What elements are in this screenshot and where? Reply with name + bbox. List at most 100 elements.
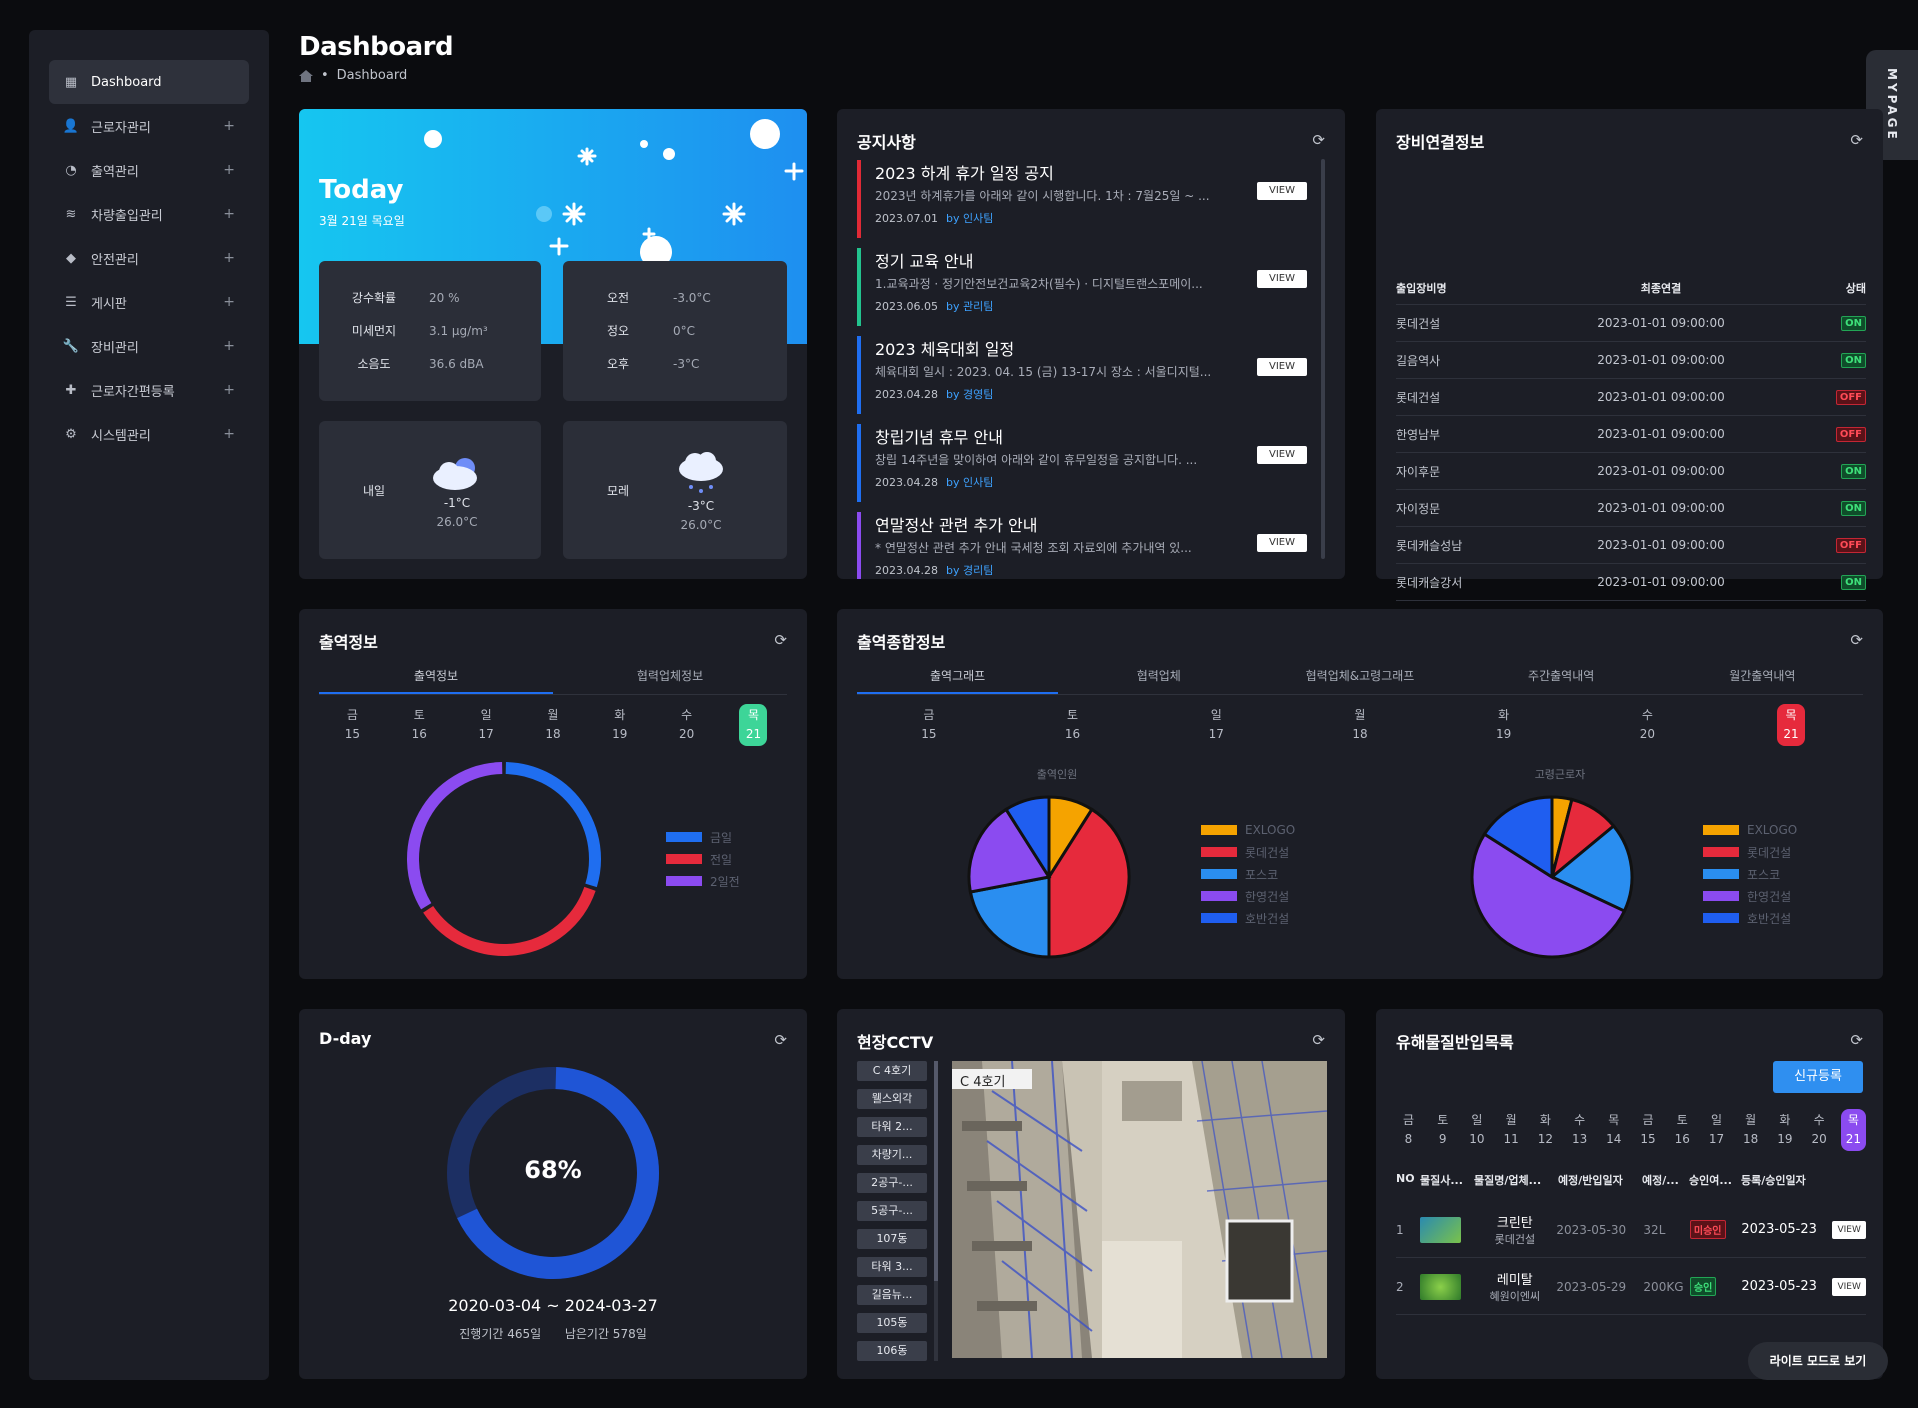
day-selector[interactable]: 토9 [1430, 1109, 1455, 1151]
notice-item[interactable]: 2023 체육대회 일정 체육대회 일시 : 2023. 04. 15 (금) 1… [857, 336, 1307, 414]
day-selector[interactable]: 화 19 [1772, 1109, 1797, 1151]
expand-icon[interactable]: + [223, 250, 235, 266]
sidebar-item[interactable]: ◆ 안전관리 + [49, 236, 249, 280]
notice-title[interactable]: 연말정산 관련 추가 안내 [875, 512, 1307, 536]
status-badge: ON [1841, 464, 1866, 479]
camera-button[interactable]: C 4호기 [857, 1061, 927, 1081]
light-mode-button[interactable]: 라이트 모드로 보기 [1748, 1342, 1888, 1380]
camera-button[interactable]: 길음뉴... [857, 1285, 927, 1305]
device-table-header: 출입장비명 최종연결 상태 [1396, 271, 1866, 305]
day-selector[interactable]: 월 11 [1499, 1109, 1524, 1151]
view-button[interactable]: VIEW [1257, 446, 1307, 464]
cctv-video-feed[interactable]: C 4호기 [952, 1061, 1327, 1358]
summary-tab[interactable]: 협력업체&고령그래프 [1259, 664, 1460, 694]
day-selector[interactable]: 화 19 [1490, 704, 1518, 746]
day-selector[interactable]: 화 12 [1533, 1109, 1558, 1151]
view-button[interactable]: VIEW [1832, 1220, 1866, 1239]
tab-partner[interactable]: 협력업체정보 [553, 664, 787, 694]
notice-title[interactable]: 정기 교육 안내 [875, 248, 1307, 272]
legend-label: 호반건설 [1245, 911, 1290, 926]
view-button[interactable]: VIEW [1257, 270, 1307, 288]
day-selector[interactable]: 월 18 [539, 704, 567, 746]
day-selector[interactable]: 목 14 [1601, 1109, 1626, 1151]
expand-icon[interactable]: + [223, 338, 235, 354]
day-selector[interactable]: 일 17 [1704, 1109, 1729, 1151]
sidebar-item[interactable]: 👤 근로자관리 + [49, 104, 249, 148]
day-selector[interactable]: 수 20 [673, 704, 701, 746]
sidebar-item[interactable]: 🔧 장비관리 + [49, 324, 249, 368]
day-date: 12 [1537, 1132, 1554, 1146]
day-selector[interactable]: 수 20 [1807, 1109, 1832, 1151]
day-selector[interactable]: 목 21 [739, 704, 768, 746]
camera-button[interactable]: 차량기... [857, 1145, 927, 1165]
refresh-icon[interactable]: ⟳ [1850, 131, 1863, 149]
day-selector[interactable]: 토 16 [1059, 704, 1087, 746]
expand-icon[interactable]: + [223, 118, 235, 134]
day-selector[interactable]: 월 18 [1346, 704, 1374, 746]
tab-attendance[interactable]: 출역정보 [319, 664, 553, 694]
refresh-icon[interactable]: ⟳ [1312, 1031, 1325, 1049]
camera-button[interactable]: 5공구-... [857, 1201, 927, 1221]
notice-item[interactable]: 2023 하계 휴가 일정 공지 2023년 하계휴가를 아래와 같이 시행합니다… [857, 160, 1307, 238]
camera-button[interactable]: 105동 [857, 1313, 927, 1333]
expand-icon[interactable]: + [223, 206, 235, 222]
day-date: 11 [1503, 1132, 1519, 1146]
summary-tab[interactable]: 출역그래프 [857, 664, 1059, 694]
new-register-button[interactable]: 신규등록 [1773, 1061, 1863, 1093]
sidebar-item[interactable]: ✚ 근로자간편등록 + [49, 368, 249, 412]
legend-item: EXLOGO [1201, 819, 1295, 841]
notice-scrollbar[interactable] [1321, 159, 1325, 559]
camera-button[interactable]: 타워 2... [857, 1117, 927, 1137]
summary-tab[interactable]: 주간출역내역 [1461, 664, 1662, 694]
sidebar-item[interactable]: ☰ 게시판 + [49, 280, 249, 324]
refresh-icon[interactable]: ⟳ [1850, 1031, 1863, 1049]
expand-icon[interactable]: + [223, 426, 235, 442]
notice-title[interactable]: 2023 체육대회 일정 [875, 336, 1307, 360]
notice-item[interactable]: 정기 교육 안내 1.교육과정 · 정기안전보건교육2차(필수) · 디지털트랜스… [857, 248, 1307, 326]
refresh-icon[interactable]: ⟳ [1850, 631, 1863, 649]
notice-title[interactable]: 2023 하계 휴가 일정 공지 [875, 160, 1307, 184]
day-selector[interactable]: 금 15 [338, 704, 366, 746]
expand-icon[interactable]: + [223, 162, 235, 178]
home-icon[interactable] [299, 69, 313, 82]
expand-icon[interactable]: + [223, 294, 235, 310]
day-selector[interactable]: 수 20 [1633, 704, 1661, 746]
view-button[interactable]: VIEW [1832, 1277, 1866, 1296]
camera-button[interactable]: 웰스외각 [857, 1089, 927, 1109]
day-selector[interactable]: 화 19 [606, 704, 634, 746]
camera-button[interactable]: 2공구-... [857, 1173, 927, 1193]
day-selector[interactable]: 토 16 [405, 704, 433, 746]
view-button[interactable]: VIEW [1257, 358, 1307, 376]
notice-title[interactable]: 창립기념 휴무 안내 [875, 424, 1307, 448]
day-selector[interactable]: 토 16 [1670, 1109, 1695, 1151]
sidebar-item[interactable]: ⚙ 시스템관리 + [49, 412, 249, 456]
sidebar-item[interactable]: ▦ Dashboard [49, 60, 249, 104]
day-selector[interactable]: 금 15 [1636, 1109, 1661, 1151]
day-selector[interactable]: 금 15 [915, 704, 943, 746]
refresh-icon[interactable]: ⟳ [774, 631, 787, 649]
summary-tab[interactable]: 협력업체 [1058, 664, 1259, 694]
summary-tab[interactable]: 월간출역내역 [1662, 664, 1863, 694]
notice-item[interactable]: 창립기념 휴무 안내 창립 14주년을 맞이하여 아래와 같이 휴무일정을 공지합… [857, 424, 1307, 502]
camera-button[interactable]: 타워 3... [857, 1257, 927, 1277]
expand-icon[interactable]: + [223, 382, 235, 398]
view-button[interactable]: VIEW [1257, 534, 1307, 552]
day-selector[interactable]: 목 21 [1777, 704, 1806, 746]
sidebar-item[interactable]: ◔ 출역관리 + [49, 148, 249, 192]
day-selector[interactable]: 수 13 [1567, 1109, 1592, 1151]
sidebar-item[interactable]: ≋ 차량출입관리 + [49, 192, 249, 236]
elderly-pie-chart [1470, 795, 1634, 959]
notice-item[interactable]: 연말정산 관련 추가 안내 * 연말정산 관련 추가 안내 국세청 조회 자료외에… [857, 512, 1307, 579]
view-button[interactable]: VIEW [1257, 182, 1307, 200]
refresh-icon[interactable]: ⟳ [1312, 131, 1325, 149]
day-selector[interactable]: 금8 [1396, 1109, 1421, 1151]
camera-button[interactable]: 107동 [857, 1229, 927, 1249]
day-selector[interactable]: 일 17 [472, 704, 500, 746]
day-selector[interactable]: 일 10 [1464, 1109, 1489, 1151]
camera-list-scrollbar[interactable] [934, 1061, 938, 1361]
day-selector[interactable]: 일 17 [1202, 704, 1230, 746]
refresh-icon[interactable]: ⟳ [774, 1031, 787, 1049]
camera-button[interactable]: 106동 [857, 1341, 927, 1361]
day-selector[interactable]: 월 18 [1738, 1109, 1763, 1151]
day-selector[interactable]: 목 21 [1840, 1109, 1866, 1151]
